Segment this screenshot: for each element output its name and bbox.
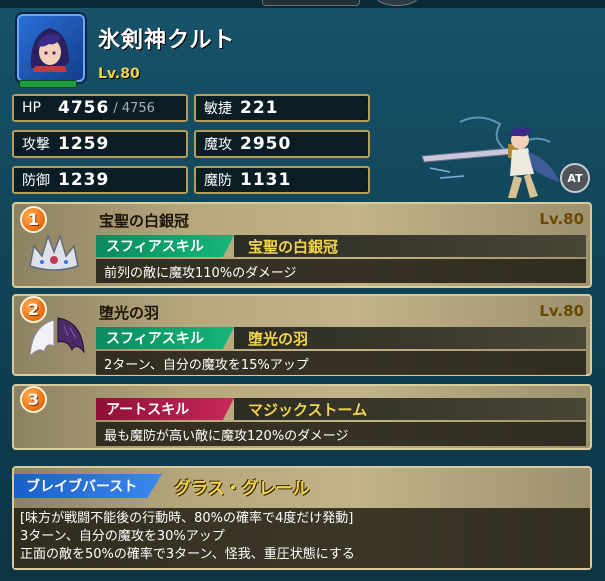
auto-toggle-button[interactable]: AT — [560, 163, 590, 193]
character-level: Lv.80 — [98, 66, 140, 82]
stat-attack: 攻撃 1259 — [12, 130, 188, 158]
character-face-icon — [30, 28, 69, 72]
skill-tag-row: スフィアスキル 堕光の羽 — [96, 327, 586, 349]
art-skill-name: マジックストーム — [234, 398, 586, 420]
stat-speed-label: 敏捷 — [204, 101, 232, 117]
brave-burst-panel[interactable]: ブレイブバースト グラス・グレール [味方が戦闘不能後の行動時、80%の確率で4… — [12, 466, 592, 570]
stat-magic-defense-label: 魔防 — [204, 173, 232, 189]
stat-defense-value: 1239 — [58, 170, 110, 190]
stat-magic-defense: 魔防 1131 — [194, 166, 370, 194]
sphere-skill-tag: スフィアスキル — [96, 327, 234, 349]
skill-number-badge: 3 — [20, 386, 47, 413]
sphere-skill-tag: スフィアスキル — [96, 235, 234, 257]
brave-burst-description: [味方が戦闘不能後の行動時、80%の確率で4度だけ発動] 3ターン、自分の魔攻を… — [14, 508, 590, 568]
skill-level: Lv.80 — [539, 210, 584, 228]
brave-burst-name: グラス・グレール — [174, 479, 310, 499]
stat-magic-attack: 魔攻 2950 — [194, 130, 370, 158]
stat-defense: 防御 1239 — [12, 166, 188, 194]
stat-speed-value: 221 — [240, 98, 279, 118]
stat-hp: HP 4756 / 4756 — [12, 94, 188, 122]
skill-tag-row: アートスキル マジックストーム — [96, 398, 586, 420]
skill-level: Lv.80 — [539, 302, 584, 320]
stat-hp-label: HP — [22, 100, 41, 116]
stat-speed: 敏捷 221 — [194, 94, 370, 122]
character-portrait[interactable] — [17, 14, 85, 82]
stat-attack-value: 1259 — [58, 134, 110, 154]
skill-panel-3[interactable]: 3 アートスキル マジックストーム 最も魔防が高い敵に魔攻120%のダメージ — [12, 384, 592, 450]
stat-magic-attack-label: 魔攻 — [204, 137, 232, 153]
art-skill-tag: アートスキル — [96, 398, 234, 420]
wings-icon — [29, 317, 85, 358]
stat-hp-value: 4756 — [58, 98, 110, 118]
stat-hp-max: / 4756 — [113, 100, 155, 116]
skill-name: 宝聖の白銀冠 — [99, 212, 190, 230]
stat-magic-defense-value: 1131 — [240, 170, 292, 190]
top-button[interactable] — [262, 0, 360, 6]
sphere-skill-name: 宝聖の白銀冠 — [234, 235, 586, 257]
skill-description: 前列の敵に魔攻110%のダメージ — [96, 259, 586, 283]
stat-magic-attack-value: 2950 — [240, 134, 292, 154]
skill-tag-row: スフィアスキル 宝聖の白銀冠 — [96, 235, 586, 257]
silver-crown-icon — [29, 233, 79, 271]
brave-burst-line: [味方が戦闘不能後の行動時、80%の確率で4度だけ発動] — [20, 511, 354, 526]
skill-panel-1[interactable]: 1 宝聖の白銀冠 Lv.80 スフィアスキル 宝聖の白銀冠 前列の敵に魔攻110… — [12, 202, 592, 288]
sphere-skill-name: 堕光の羽 — [234, 327, 586, 349]
skill-description: 2ターン、自分の魔攻を15%アップ — [96, 351, 586, 375]
brave-burst-line: 3ターン、自分の魔攻を30%アップ — [20, 529, 225, 544]
stat-attack-label: 攻撃 — [22, 137, 50, 153]
character-name: 氷剣神クルト — [98, 28, 236, 53]
character-sprite — [420, 112, 570, 202]
brave-burst-tag: ブレイブバースト — [14, 474, 162, 498]
portrait-hp-bar — [19, 80, 77, 88]
skill-panel-2[interactable]: 2 堕光の羽 Lv.80 スフィアスキル 堕光の羽 2ターン、自分の魔攻を15%… — [12, 294, 592, 376]
stat-defense-label: 防御 — [22, 173, 50, 189]
skill-name: 堕光の羽 — [99, 304, 160, 322]
skill-description: 最も魔防が高い敵に魔攻120%のダメージ — [96, 422, 586, 446]
brave-burst-line: 正面の敵を50%の確率で3ターン、怪我、重圧状態にする — [20, 547, 355, 562]
